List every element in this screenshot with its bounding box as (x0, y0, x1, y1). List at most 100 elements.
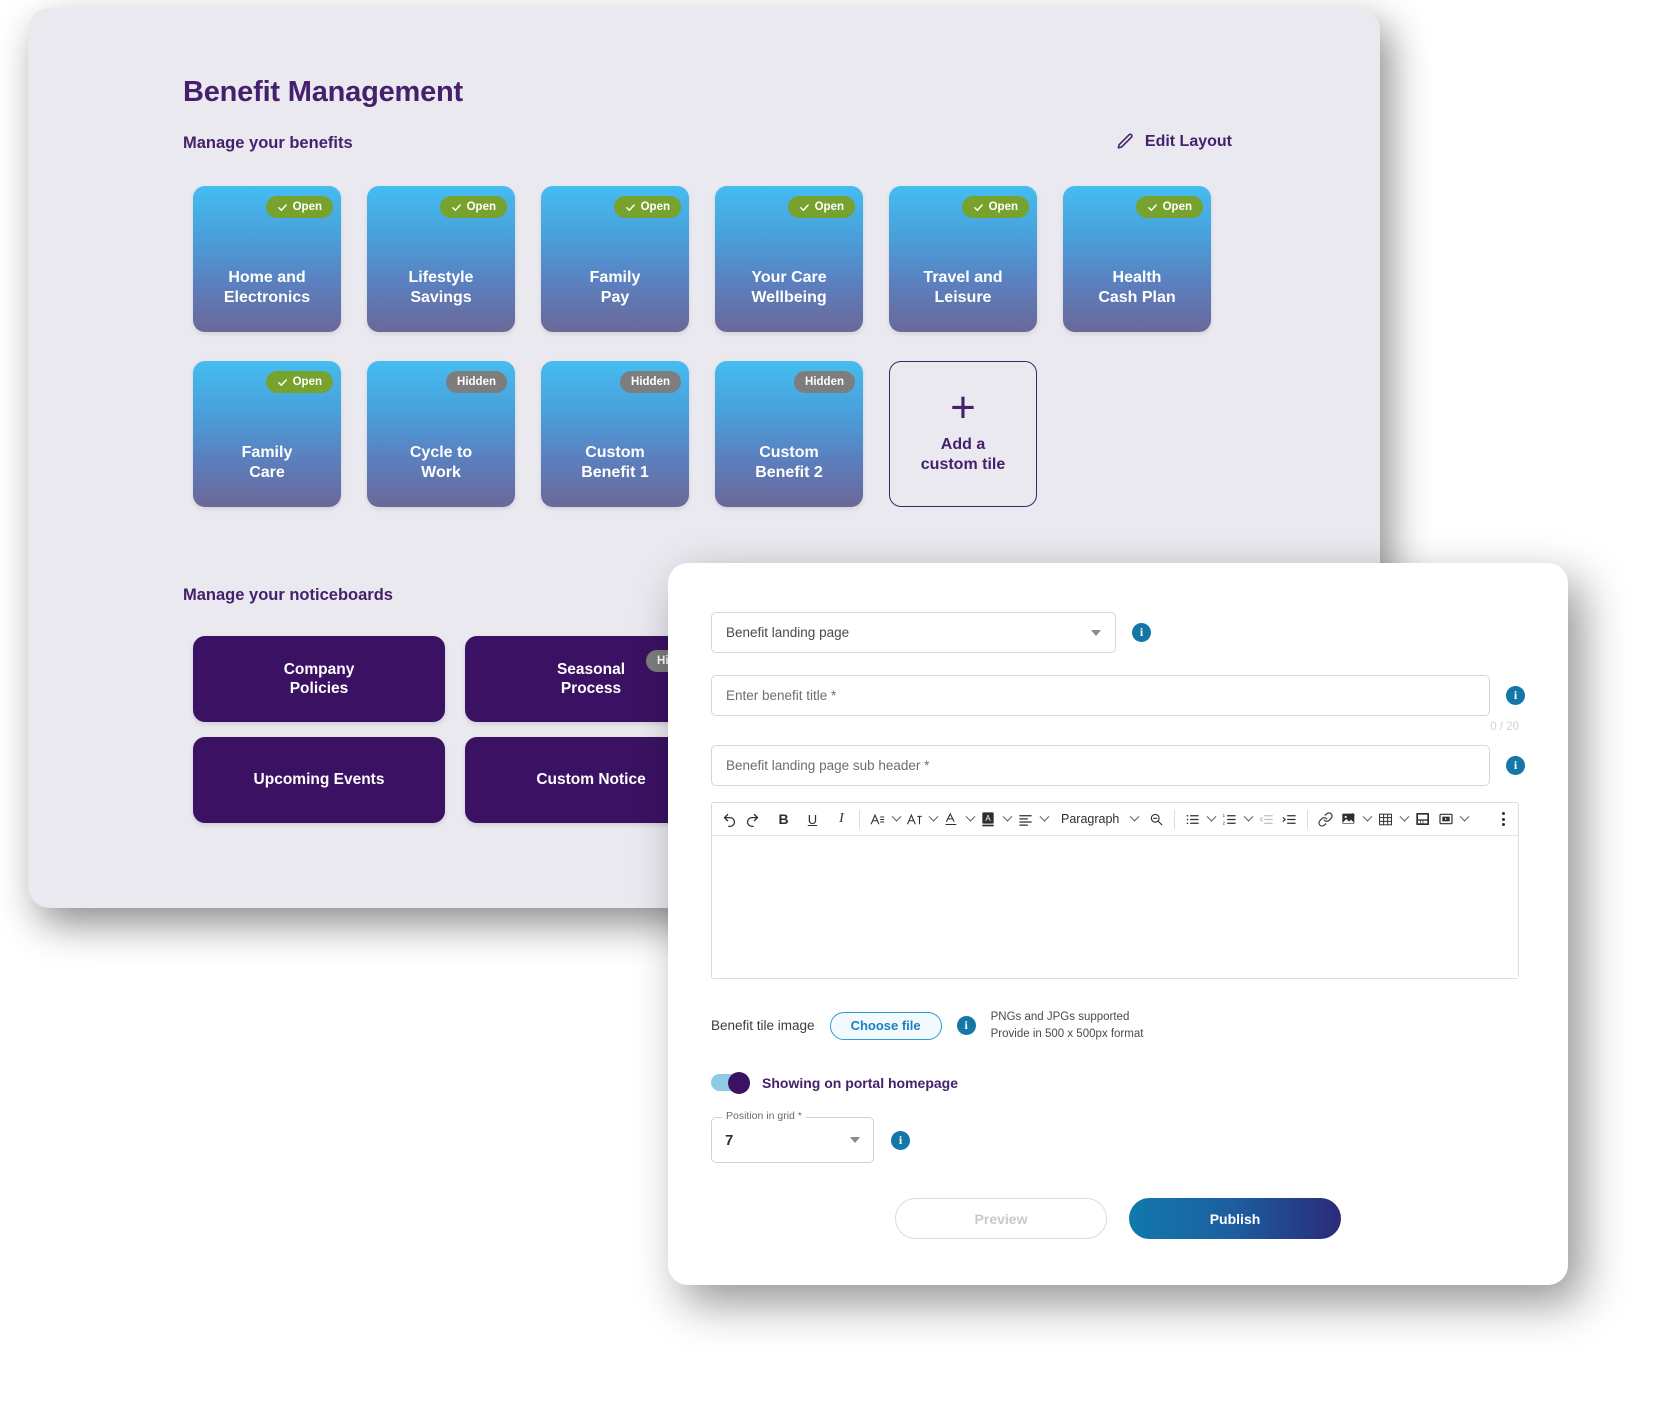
noticeboard-grid: Company PoliciesHiddenSeasonal ProcessUp… (193, 636, 717, 823)
page-type-select[interactable]: Benefit landing page (711, 612, 1116, 653)
noticeboard-tile-title: Company Policies (283, 660, 355, 697)
sub-header-info-icon[interactable]: i (1506, 756, 1525, 775)
portal-homepage-toggle[interactable] (711, 1071, 750, 1094)
underline-button[interactable]: U (801, 807, 824, 832)
check-icon (973, 202, 984, 213)
insert-table-icon[interactable] (1374, 807, 1397, 832)
status-badge: Open (787, 196, 855, 218)
add-custom-tile-button[interactable]: + Add a custom tile (889, 361, 1037, 507)
noticeboard-tile[interactable]: Upcoming Events (193, 737, 445, 823)
editor-content-area[interactable] (712, 836, 1518, 978)
position-in-grid-row: Position in grid * 7 i (711, 1091, 1525, 1163)
benefit-edit-form-panel: Benefit landing page i Enter benefit tit… (668, 563, 1568, 1285)
insert-video-chevron-down-icon[interactable] (1457, 807, 1471, 832)
link-icon[interactable] (1314, 807, 1337, 832)
find-replace-icon[interactable] (1145, 807, 1168, 832)
bullet-list-chevron-down-icon[interactable] (1204, 807, 1218, 832)
status-badge-label: Hidden (457, 376, 496, 388)
manage-noticeboards-label: Manage your noticeboards (183, 586, 393, 604)
benefit-tile-image-label: Benefit tile image (711, 1018, 815, 1033)
benefit-tile[interactable]: Open Family Care (193, 361, 341, 507)
noticeboard-tile-title: Custom Notice (536, 771, 646, 789)
block-format-select[interactable]: Paragraph (1051, 812, 1127, 826)
position-in-grid-select[interactable]: 7 (711, 1117, 874, 1163)
status-badge-label: Open (988, 201, 1018, 213)
insert-media-icon[interactable] (1411, 807, 1434, 832)
benefit-tile[interactable]: Open Health Cash Plan (1063, 186, 1211, 332)
upload-info-icon[interactable]: i (956, 1016, 976, 1035)
choose-file-button[interactable]: Choose file (829, 1011, 942, 1040)
position-in-grid-legend: Position in grid * (722, 1110, 806, 1122)
sub-header-input[interactable]: Benefit landing page sub header * (711, 745, 1490, 786)
svg-text:1: 1 (1223, 813, 1226, 818)
benefit-tile[interactable]: Open Your Care Wellbeing (715, 186, 863, 332)
noticeboard-tile-title: Upcoming Events (253, 771, 385, 789)
outdent-icon[interactable] (1255, 807, 1278, 832)
status-badge: Hidden (620, 371, 681, 393)
status-badge-label: Hidden (631, 376, 670, 388)
font-color-chevron-down-icon[interactable] (963, 807, 977, 832)
status-badge: Open (961, 196, 1029, 218)
pencil-icon (1116, 132, 1135, 151)
redo-icon[interactable] (741, 807, 764, 832)
bold-button[interactable]: B (772, 807, 795, 832)
position-info-icon[interactable]: i (891, 1130, 910, 1150)
benefit-tile-title: Home and Electronics (223, 269, 311, 306)
toggle-knob (728, 1071, 750, 1094)
font-family-icon[interactable] (866, 807, 889, 832)
highlight-chevron-down-icon[interactable] (1000, 807, 1014, 832)
font-size-icon[interactable] (903, 807, 926, 832)
italic-button[interactable]: I (830, 807, 853, 832)
benefit-tile[interactable]: Open Family Pay (541, 186, 689, 332)
status-badge-label: Open (1162, 201, 1192, 213)
insert-table-chevron-down-icon[interactable] (1397, 807, 1411, 832)
status-badge: Open (265, 371, 333, 393)
benefit-tile[interactable]: Open Home and Electronics (193, 186, 341, 332)
font-size-chevron-down-icon[interactable] (926, 807, 940, 832)
benefit-tile[interactable]: Hidden Custom Benefit 1 (541, 361, 689, 507)
benefit-tile[interactable]: Hidden Custom Benefit 2 (715, 361, 863, 507)
font-color-icon[interactable] (940, 807, 963, 832)
benefit-tile[interactable]: Hidden Cycle to Work (367, 361, 515, 507)
upload-hint-size: Provide in 500 x 500px format (990, 1028, 1144, 1040)
bullet-list-icon[interactable] (1181, 807, 1204, 832)
preview-button[interactable]: Preview (895, 1198, 1107, 1239)
block-format-chevron-down-icon[interactable] (1127, 807, 1141, 832)
highlight-color-icon[interactable]: A (977, 807, 1000, 832)
rich-text-editor: B U I A Paragraph 1 2 (711, 802, 1519, 979)
benefit-tile[interactable]: Open Lifestyle Savings (367, 186, 515, 332)
numbered-list-icon[interactable]: 12 (1218, 807, 1241, 832)
sub-header-row: Benefit landing page sub header * i (711, 745, 1525, 786)
benefit-title-input[interactable]: Enter benefit title * (711, 675, 1490, 716)
undo-icon[interactable] (718, 807, 741, 832)
chevron-down-icon (1091, 629, 1101, 636)
indent-icon[interactable] (1278, 807, 1301, 832)
numbered-list-chevron-down-icon[interactable] (1241, 807, 1255, 832)
benefit-tile[interactable]: Open Travel and Leisure (889, 186, 1037, 332)
benefit-title-row: Enter benefit title * i (711, 675, 1525, 716)
insert-video-icon[interactable] (1434, 807, 1457, 832)
insert-image-chevron-down-icon[interactable] (1360, 807, 1374, 832)
align-chevron-down-icon[interactable] (1037, 807, 1051, 832)
status-badge-label: Open (466, 201, 496, 213)
benefit-tile-title: Cycle to Work (409, 444, 473, 481)
form-footer: Preview Publish (668, 1198, 1568, 1239)
position-in-grid-field: Position in grid * 7 (711, 1110, 874, 1163)
publish-button[interactable]: Publish (1129, 1198, 1341, 1239)
benefit-title-info-icon[interactable]: i (1506, 686, 1525, 705)
page-type-info-icon[interactable]: i (1132, 623, 1151, 642)
more-options-icon[interactable] (1495, 812, 1512, 826)
noticeboard-tile[interactable]: Company Policies (193, 636, 445, 722)
font-family-chevron-down-icon[interactable] (889, 807, 903, 832)
noticeboard-tile-title: Seasonal Process (556, 660, 626, 697)
align-icon[interactable] (1014, 807, 1037, 832)
check-icon (451, 202, 462, 213)
status-badge-label: Open (292, 201, 322, 213)
benefit-tile-image-row: Benefit tile image Choose file i PNGs an… (711, 1011, 1525, 1040)
edit-layout-label: Edit Layout (1144, 132, 1232, 150)
insert-image-icon[interactable] (1337, 807, 1360, 832)
plus-icon: + (950, 382, 976, 432)
edit-layout-button[interactable]: Edit Layout (1116, 132, 1232, 151)
page-title: Benefit Management (183, 76, 463, 108)
benefit-tile-title: Custom Benefit 2 (755, 444, 823, 481)
